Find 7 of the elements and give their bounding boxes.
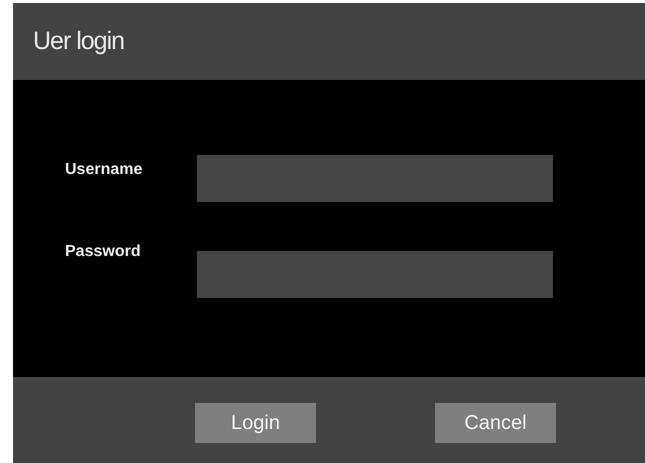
input-field[interactable] — [197, 251, 553, 298]
field-label: Username — [64, 160, 144, 180]
input-field[interactable] — [197, 155, 553, 202]
field-label: Password — [64, 243, 142, 262]
login-button[interactable]: Login — [195, 403, 316, 443]
dialog-title: Uer login — [33, 27, 124, 56]
cancel-button[interactable]: Cancel — [435, 403, 556, 443]
